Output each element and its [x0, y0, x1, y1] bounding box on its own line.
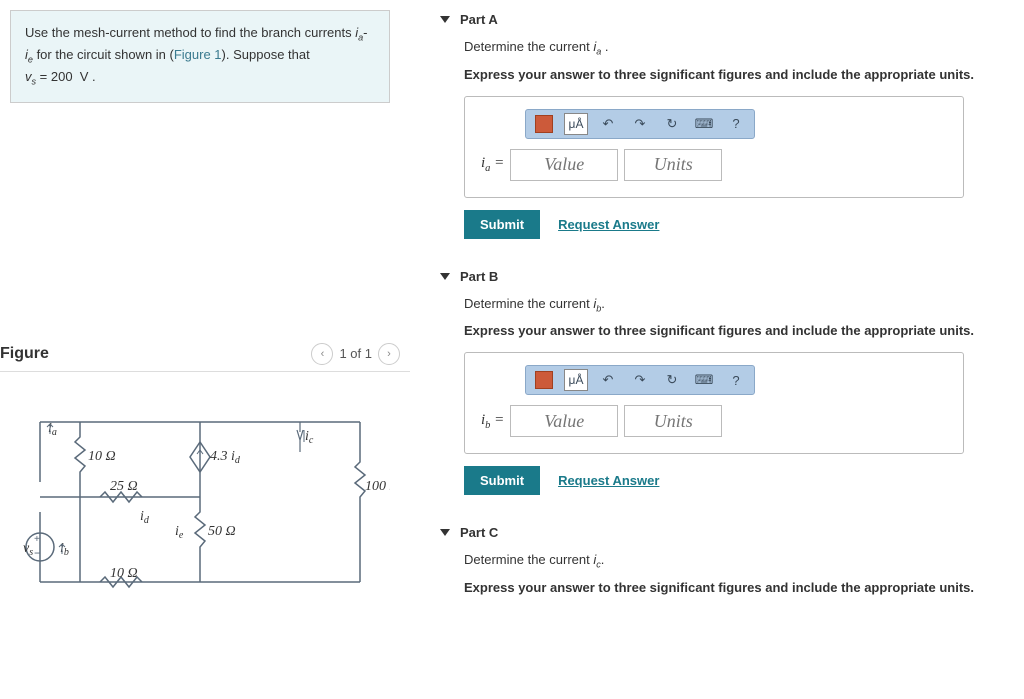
figure-title: Figure	[0, 345, 49, 363]
part-c-instruction: Express your answer to three significant…	[464, 580, 1004, 595]
value-input-b[interactable]	[510, 405, 618, 437]
request-answer-link-b[interactable]: Request Answer	[558, 473, 659, 488]
units-picker-icon[interactable]: μÅ	[564, 113, 588, 135]
part-c-title: Part C	[460, 525, 498, 540]
figure-link[interactable]: Figure 1	[174, 47, 222, 62]
svg-text:ie: ie	[175, 524, 184, 541]
reset-icon[interactable]: ↻	[660, 369, 684, 391]
submit-button-b[interactable]: Submit	[464, 466, 540, 495]
part-b-title: Part B	[460, 269, 498, 284]
var-label-a: ia =	[481, 155, 504, 174]
toolbar-a: μÅ ↶ ↷ ↻ ⌨ ?	[525, 109, 755, 139]
svg-text:ib: ib	[60, 541, 69, 558]
circuit-figure: + − ia 10	[20, 402, 410, 605]
undo-icon[interactable]: ↶	[596, 369, 620, 391]
svg-text:100 Ω: 100 Ω	[365, 479, 390, 494]
figure-next-button[interactable]: ›	[378, 343, 400, 365]
keyboard-icon[interactable]: ⌨	[692, 369, 716, 391]
redo-icon[interactable]: ↷	[628, 369, 652, 391]
keyboard-icon[interactable]: ⌨	[692, 113, 716, 135]
answer-box-b: μÅ ↶ ↷ ↻ ⌨ ? ib =	[464, 352, 964, 454]
svg-text:10 Ω: 10 Ω	[88, 449, 116, 464]
undo-icon[interactable]: ↶	[596, 113, 620, 135]
collapse-toggle-part-c[interactable]	[440, 529, 450, 536]
part-a-determine: Determine the current ia .	[464, 39, 1004, 57]
part-b-determine: Determine the current ib.	[464, 296, 1004, 314]
submit-button-a[interactable]: Submit	[464, 210, 540, 239]
units-input-a[interactable]	[624, 149, 722, 181]
request-answer-link-a[interactable]: Request Answer	[558, 217, 659, 232]
template-icon[interactable]	[532, 369, 556, 391]
svg-text:id: id	[140, 509, 150, 526]
part-c-determine: Determine the current ic.	[464, 552, 1004, 570]
part-a-instruction: Express your answer to three significant…	[464, 67, 1004, 82]
units-picker-icon[interactable]: μÅ	[564, 369, 588, 391]
help-icon[interactable]: ?	[724, 369, 748, 391]
svg-text:vs: vs	[23, 541, 33, 558]
svg-text:4.3 id: 4.3 id	[210, 449, 241, 466]
collapse-toggle-part-a[interactable]	[440, 16, 450, 23]
svg-text:ia: ia	[48, 421, 57, 438]
svg-text:ic: ic	[305, 429, 314, 446]
part-b-instruction: Express your answer to three significant…	[464, 323, 1004, 338]
template-icon[interactable]	[532, 113, 556, 135]
problem-statement: Use the mesh-current method to find the …	[10, 10, 390, 103]
var-label-b: ib =	[481, 412, 504, 431]
figure-counter: 1 of 1	[339, 346, 372, 361]
collapse-toggle-part-b[interactable]	[440, 273, 450, 280]
value-input-a[interactable]	[510, 149, 618, 181]
redo-icon[interactable]: ↷	[628, 113, 652, 135]
part-a-title: Part A	[460, 12, 498, 27]
units-input-b[interactable]	[624, 405, 722, 437]
svg-text:50 Ω: 50 Ω	[208, 524, 236, 539]
svg-text:10 Ω: 10 Ω	[110, 566, 138, 581]
toolbar-b: μÅ ↶ ↷ ↻ ⌨ ?	[525, 365, 755, 395]
help-icon[interactable]: ?	[724, 113, 748, 135]
reset-icon[interactable]: ↻	[660, 113, 684, 135]
answer-box-a: μÅ ↶ ↷ ↻ ⌨ ? ia =	[464, 96, 964, 198]
svg-text:+: +	[34, 534, 40, 545]
figure-prev-button[interactable]: ‹	[311, 343, 333, 365]
svg-text:−: −	[34, 546, 41, 560]
svg-text:25 Ω: 25 Ω	[110, 479, 138, 494]
